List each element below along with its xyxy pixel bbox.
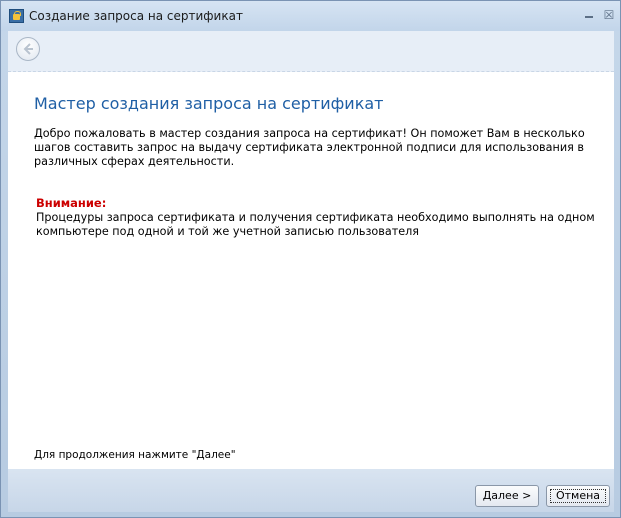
navigation-strip [8, 31, 614, 72]
button-bar: Далее > Отмена [8, 469, 614, 512]
cancel-button[interactable]: Отмена [546, 485, 610, 507]
minimize-icon [585, 16, 593, 18]
page-title: Мастер создания запроса на сертификат [34, 94, 384, 113]
title-bar[interactable]: Создание запроса на сертификат ☒ [1, 1, 620, 31]
close-button[interactable]: ☒ [601, 8, 617, 22]
next-button[interactable]: Далее > [475, 485, 539, 507]
window-title: Создание запроса на сертификат [29, 9, 243, 23]
warning-title: Внимание: [36, 196, 107, 210]
back-button[interactable] [16, 37, 40, 61]
warning-text: Процедуры запроса сертификата и получени… [36, 211, 595, 238]
minimize-button[interactable] [581, 8, 597, 22]
back-arrow-icon [23, 43, 33, 55]
wizard-window: Создание запроса на сертификат ☒ Мастер … [0, 0, 621, 518]
continue-hint: Для продолжения нажмите "Далее" [34, 449, 236, 461]
wizard-content: Мастер создания запроса на сертификат До… [8, 72, 614, 469]
certificate-lock-icon [9, 9, 24, 23]
intro-text: Добро пожаловать в мастер создания запро… [34, 127, 585, 168]
cancel-label: Отмена [555, 489, 601, 502]
close-icon: ☒ [603, 8, 615, 22]
